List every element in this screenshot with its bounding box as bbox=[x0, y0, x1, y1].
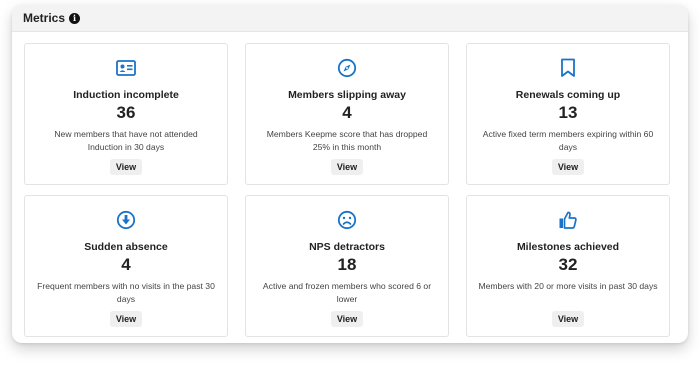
card-value: 13 bbox=[558, 103, 578, 122]
card-title: Induction incomplete bbox=[73, 89, 179, 101]
id-card-icon bbox=[116, 58, 136, 78]
card-description: Members with 20 or more visits in past 3… bbox=[478, 281, 658, 291]
metric-card-induction: Induction incomplete 36 New members that… bbox=[24, 43, 228, 185]
card-value: 36 bbox=[116, 103, 136, 122]
bookmark-icon bbox=[558, 58, 578, 78]
card-value: 4 bbox=[342, 103, 352, 122]
card-description: Active fixed term members expiring withi… bbox=[482, 129, 654, 152]
metric-card-renewals: Renewals coming up 13 Active fixed term … bbox=[466, 43, 670, 185]
panel-header: Metrics i bbox=[12, 5, 688, 32]
card-description: Frequent members with no visits in the p… bbox=[37, 281, 215, 304]
metric-card-slipping: Members slipping away 4 Members Keepme s… bbox=[245, 43, 449, 185]
view-button[interactable]: View bbox=[109, 311, 143, 327]
frown-icon bbox=[337, 210, 357, 230]
thumbs-up-icon bbox=[558, 210, 578, 230]
metric-card-milestones: Milestones achieved 32 Members with 20 o… bbox=[466, 195, 670, 337]
card-description: Active and frozen members who scored 6 o… bbox=[262, 281, 432, 304]
card-value: 4 bbox=[121, 255, 131, 274]
metrics-panel: Metrics i Induction incomplete 36 New me… bbox=[12, 5, 688, 343]
compass-icon bbox=[337, 58, 357, 78]
card-title: NPS detractors bbox=[309, 241, 385, 253]
view-button[interactable]: View bbox=[551, 311, 585, 327]
card-title: Members slipping away bbox=[288, 89, 406, 101]
metric-card-absence: Sudden absence 4 Frequent members with n… bbox=[24, 195, 228, 337]
card-value: 32 bbox=[558, 255, 578, 274]
card-title: Sudden absence bbox=[84, 241, 168, 253]
card-value: 18 bbox=[337, 255, 357, 274]
view-button[interactable]: View bbox=[551, 159, 585, 175]
metric-card-nps: NPS detractors 18 Active and frozen memb… bbox=[245, 195, 449, 337]
panel-title: Metrics bbox=[23, 11, 66, 25]
view-button[interactable]: View bbox=[109, 159, 143, 175]
card-description: New members that have not attended Induc… bbox=[54, 129, 198, 152]
metrics-grid: Induction incomplete 36 New members that… bbox=[24, 43, 670, 337]
info-icon[interactable]: i bbox=[69, 12, 81, 24]
card-title: Renewals coming up bbox=[515, 89, 621, 101]
card-description: Members Keepme score that has dropped 25… bbox=[266, 129, 428, 152]
card-title: Milestones achieved bbox=[516, 241, 620, 253]
view-button[interactable]: View bbox=[330, 159, 364, 175]
view-button[interactable]: View bbox=[330, 311, 364, 327]
arrow-down-circle-icon bbox=[116, 210, 136, 230]
